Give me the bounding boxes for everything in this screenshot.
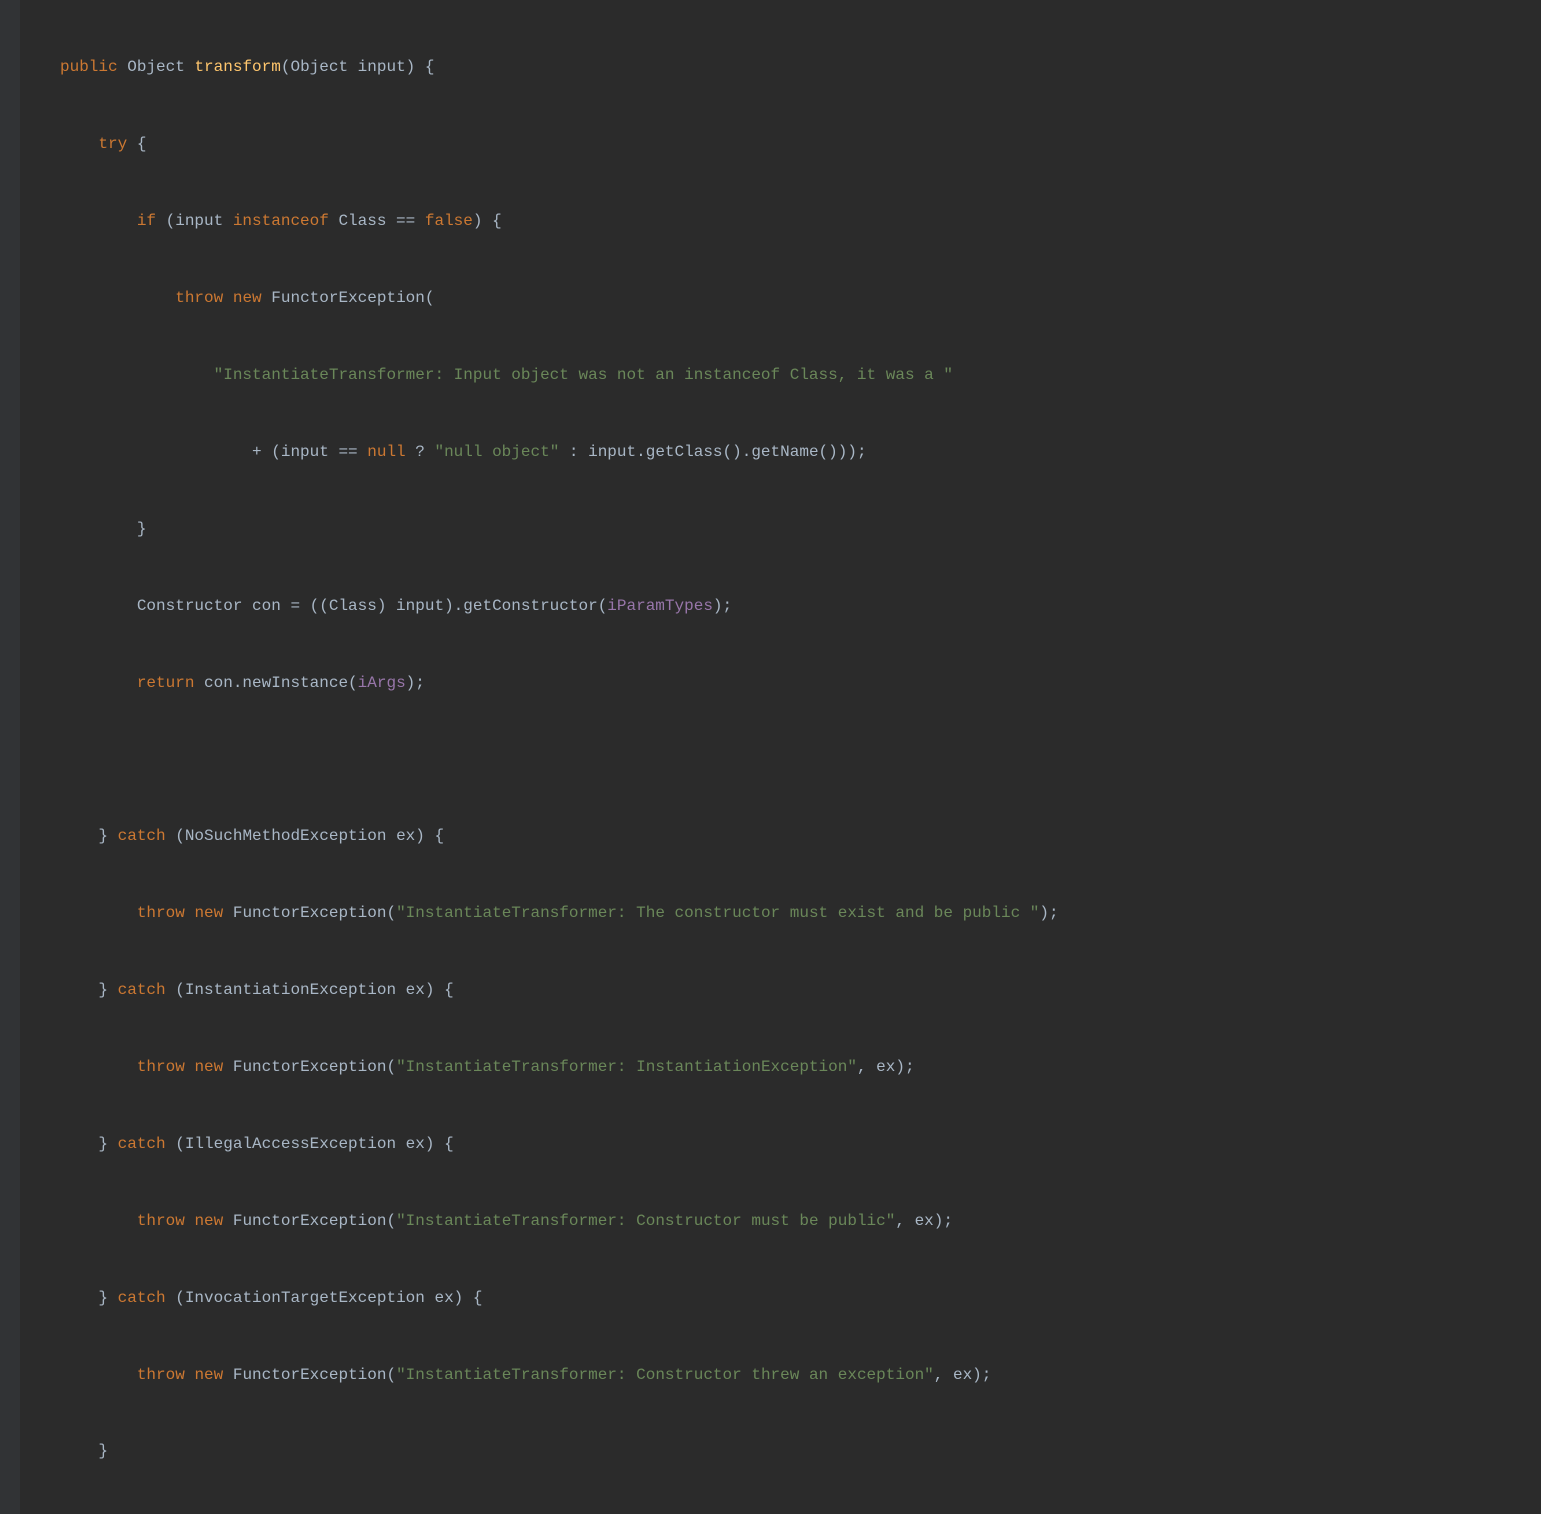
code-line[interactable]: throw new FunctorException( xyxy=(60,279,1059,318)
cond-open: (input xyxy=(156,212,233,230)
ex-close: , ex); xyxy=(934,1366,992,1384)
code-line[interactable]: throw new FunctorException("InstantiateT… xyxy=(60,1202,1059,1241)
keyword-instanceof: instanceof xyxy=(233,212,329,230)
code-line[interactable]: } catch (InstantiationException ex) { xyxy=(60,971,1059,1010)
string-literal: "InstantiateTransformer: Input object wa… xyxy=(214,366,953,384)
keyword-catch: catch xyxy=(118,1135,166,1153)
brace-close-catch: } xyxy=(98,1289,117,1307)
ex-close: , ex); xyxy=(857,1058,915,1076)
functor-call: FunctorException( xyxy=(223,1366,396,1384)
keyword-throw: throw xyxy=(137,1058,185,1076)
constructor-decl: Constructor con = ((Class) input).getCon… xyxy=(137,597,607,615)
functor-call: FunctorException( xyxy=(262,289,435,307)
keyword-if: if xyxy=(137,212,156,230)
code-line[interactable]: throw new FunctorException("InstantiateT… xyxy=(60,1356,1059,1395)
string-literal: "null object" xyxy=(434,443,559,461)
string-literal: "InstantiateTransformer: Constructor thr… xyxy=(396,1366,934,1384)
keyword-new: new xyxy=(194,1058,223,1076)
field-iArgs: iArgs xyxy=(358,674,406,692)
con-new: con.newInstance( xyxy=(194,674,357,692)
code-line[interactable]: return con.newInstance(iArgs); xyxy=(60,664,1059,703)
brace-close-catch: } xyxy=(98,981,117,999)
keyword-throw: throw xyxy=(137,1366,185,1384)
code-content[interactable]: public Object transform(Object input) { … xyxy=(20,0,1059,1514)
keyword-throw: throw xyxy=(175,289,223,307)
catch-params: (IllegalAccessException ex) { xyxy=(166,1135,454,1153)
close: ); xyxy=(713,597,732,615)
catch-params: (InstantiationException ex) { xyxy=(166,981,454,999)
keyword-catch: catch xyxy=(118,1289,166,1307)
keyword-return: return xyxy=(137,674,195,692)
string-literal: "InstantiateTransformer: Constructor mus… xyxy=(396,1212,895,1230)
brace-close-catch: } xyxy=(98,1135,117,1153)
code-line[interactable]: public Object transform(Object input) { xyxy=(60,48,1059,87)
catch-params: (InvocationTargetException ex) { xyxy=(166,1289,483,1307)
brace-close: } xyxy=(98,1442,108,1460)
keyword-new: new xyxy=(194,1212,223,1230)
close: ); xyxy=(406,674,425,692)
string-literal: "InstantiateTransformer: InstantiationEx… xyxy=(396,1058,857,1076)
brace: { xyxy=(127,135,146,153)
keyword-throw: throw xyxy=(137,904,185,922)
keyword-new: new xyxy=(194,904,223,922)
ternary-rest: : input.getClass().getName())); xyxy=(559,443,866,461)
code-line[interactable]: Constructor con = ((Class) input).getCon… xyxy=(60,587,1059,626)
field-iParamTypes: iParamTypes xyxy=(607,597,713,615)
close: ); xyxy=(1039,904,1058,922)
code-line[interactable]: throw new FunctorException("InstantiateT… xyxy=(60,894,1059,933)
code-line[interactable] xyxy=(60,740,1059,779)
code-line[interactable]: "InstantiateTransformer: Input object wa… xyxy=(60,356,1059,395)
code-line[interactable]: throw new FunctorException("InstantiateT… xyxy=(60,1048,1059,1087)
cond-close: ) { xyxy=(473,212,502,230)
catch-params: (NoSuchMethodException ex) { xyxy=(166,827,444,845)
code-editor[interactable]: public Object transform(Object input) { … xyxy=(0,0,1541,1514)
functor-call: FunctorException( xyxy=(223,1058,396,1076)
code-line[interactable]: try { xyxy=(60,125,1059,164)
keyword-new: new xyxy=(194,1366,223,1384)
editor-gutter xyxy=(0,0,20,1514)
keyword-catch: catch xyxy=(118,981,166,999)
code-line[interactable]: } xyxy=(60,1432,1059,1471)
code-line[interactable]: } xyxy=(60,510,1059,549)
params: (Object input) { xyxy=(281,58,435,76)
keyword-throw: throw xyxy=(137,1212,185,1230)
keyword-catch: catch xyxy=(118,827,166,845)
keyword-null: null xyxy=(367,443,405,461)
keyword-public: public xyxy=(60,58,118,76)
ex-close: , ex); xyxy=(895,1212,953,1230)
ternary-q: ? xyxy=(406,443,435,461)
class-eq: Class == xyxy=(329,212,425,230)
type-object: Object xyxy=(127,58,185,76)
string-literal: "InstantiateTransformer: The constructor… xyxy=(396,904,1039,922)
functor-call: FunctorException( xyxy=(223,904,396,922)
method-transform: transform xyxy=(194,58,280,76)
code-line[interactable]: + (input == null ? "null object" : input… xyxy=(60,433,1059,472)
keyword-false: false xyxy=(425,212,473,230)
functor-call: FunctorException( xyxy=(223,1212,396,1230)
code-line[interactable]: } catch (InvocationTargetException ex) { xyxy=(60,1279,1059,1318)
plus: + (input == xyxy=(252,443,367,461)
code-line[interactable]: } catch (NoSuchMethodException ex) { xyxy=(60,817,1059,856)
brace-close: } xyxy=(137,520,147,538)
brace-close-catch: } xyxy=(98,827,117,845)
code-line[interactable]: } catch (IllegalAccessException ex) { xyxy=(60,1125,1059,1164)
keyword-new: new xyxy=(233,289,262,307)
keyword-try: try xyxy=(98,135,127,153)
code-line[interactable]: if (input instanceof Class == false) { xyxy=(60,202,1059,241)
